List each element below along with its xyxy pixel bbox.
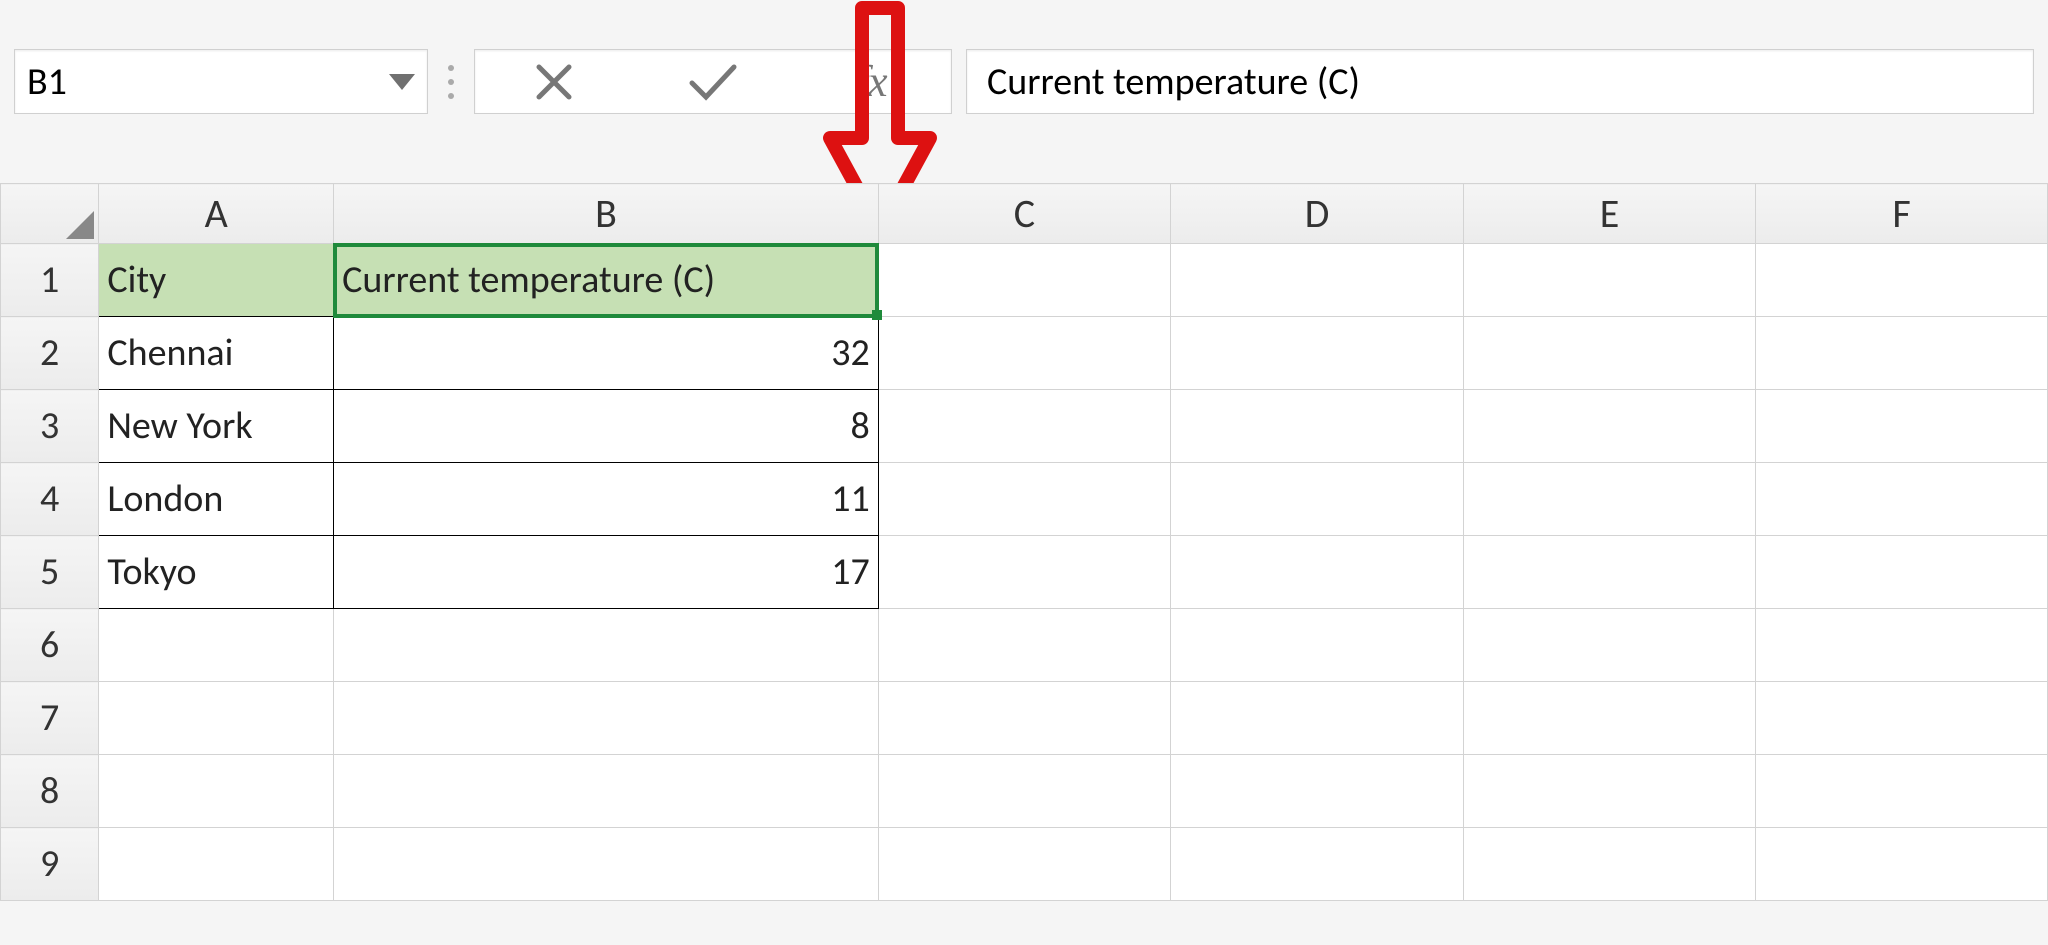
col-header-D[interactable]: D — [1171, 184, 1464, 244]
cell-D8[interactable] — [1171, 755, 1464, 828]
cell-B6[interactable] — [334, 609, 879, 682]
cell-F5[interactable] — [1756, 536, 2048, 609]
cell-E9[interactable] — [1464, 828, 1756, 901]
row-header-6[interactable]: 6 — [1, 609, 99, 682]
cell-C1[interactable] — [878, 244, 1170, 317]
cell-E6[interactable] — [1464, 609, 1756, 682]
spreadsheet: A B C D E F 1 City Current temperature (… — [0, 183, 2048, 945]
cell-F4[interactable] — [1756, 463, 2048, 536]
col-header-C[interactable]: C — [878, 184, 1170, 244]
row-header-8[interactable]: 8 — [1, 755, 99, 828]
cell-D5[interactable] — [1171, 536, 1464, 609]
col-header-E[interactable]: E — [1464, 184, 1756, 244]
cell-D1[interactable] — [1171, 244, 1464, 317]
cell-B1[interactable]: Current temperature (C) — [334, 244, 879, 317]
cell-E4[interactable] — [1464, 463, 1756, 536]
cell-B4[interactable]: 11 — [334, 463, 879, 536]
row-header-3[interactable]: 3 — [1, 390, 99, 463]
cell-A3[interactable]: New York — [99, 390, 334, 463]
cell-F1[interactable] — [1756, 244, 2048, 317]
cell-D7[interactable] — [1171, 682, 1464, 755]
row-header-7[interactable]: 7 — [1, 682, 99, 755]
cell-C6[interactable] — [878, 609, 1170, 682]
name-box-value: B1 — [27, 59, 389, 105]
row-header-5[interactable]: 5 — [1, 536, 99, 609]
cell-D9[interactable] — [1171, 828, 1464, 901]
col-header-F[interactable]: F — [1756, 184, 2048, 244]
cell-C5[interactable] — [878, 536, 1170, 609]
col-header-A[interactable]: A — [99, 184, 334, 244]
divider-dots-icon — [442, 49, 460, 114]
cell-D4[interactable] — [1171, 463, 1464, 536]
cell-C3[interactable] — [878, 390, 1170, 463]
cell-F6[interactable] — [1756, 609, 2048, 682]
cell-C8[interactable] — [878, 755, 1170, 828]
cell-F3[interactable] — [1756, 390, 2048, 463]
cell-A9[interactable] — [99, 828, 334, 901]
cell-A6[interactable] — [99, 609, 334, 682]
formula-bar: B1 fx Current temperature (C) — [14, 49, 2034, 114]
grid[interactable]: A B C D E F 1 City Current temperature (… — [0, 183, 2048, 901]
cell-F7[interactable] — [1756, 682, 2048, 755]
chevron-down-icon[interactable] — [389, 74, 415, 90]
cancel-icon[interactable] — [476, 50, 633, 113]
row-header-2[interactable]: 2 — [1, 317, 99, 390]
cell-F9[interactable] — [1756, 828, 2048, 901]
cell-B8[interactable] — [334, 755, 879, 828]
cell-C4[interactable] — [878, 463, 1170, 536]
cell-E3[interactable] — [1464, 390, 1756, 463]
cell-A2[interactable]: Chennai — [99, 317, 334, 390]
formula-input-value: Current temperature (C) — [987, 59, 1360, 105]
cell-A1[interactable]: City — [99, 244, 334, 317]
cell-A4[interactable]: London — [99, 463, 334, 536]
cell-B7[interactable] — [334, 682, 879, 755]
select-all-corner[interactable] — [1, 184, 99, 244]
cell-A5[interactable]: Tokyo — [99, 536, 334, 609]
cell-E7[interactable] — [1464, 682, 1756, 755]
cell-F8[interactable] — [1756, 755, 2048, 828]
formula-input[interactable]: Current temperature (C) — [966, 49, 2034, 114]
cell-E1[interactable] — [1464, 244, 1756, 317]
cell-A7[interactable] — [99, 682, 334, 755]
cell-B3[interactable]: 8 — [334, 390, 879, 463]
cell-D3[interactable] — [1171, 390, 1464, 463]
cell-C9[interactable] — [878, 828, 1170, 901]
cell-E2[interactable] — [1464, 317, 1756, 390]
row-header-9[interactable]: 9 — [1, 828, 99, 901]
cell-D6[interactable] — [1171, 609, 1464, 682]
cell-B9[interactable] — [334, 828, 879, 901]
cell-C2[interactable] — [878, 317, 1170, 390]
row-header-1[interactable]: 1 — [1, 244, 99, 317]
cell-B5[interactable]: 17 — [334, 536, 879, 609]
accept-icon[interactable] — [634, 50, 791, 113]
cell-E5[interactable] — [1464, 536, 1756, 609]
formula-bar-actions: fx — [474, 49, 952, 114]
cell-A8[interactable] — [99, 755, 334, 828]
fx-icon[interactable]: fx — [793, 50, 950, 113]
cell-B2[interactable]: 32 — [334, 317, 879, 390]
cell-E8[interactable] — [1464, 755, 1756, 828]
cell-D2[interactable] — [1171, 317, 1464, 390]
cell-C7[interactable] — [878, 682, 1170, 755]
row-header-4[interactable]: 4 — [1, 463, 99, 536]
cell-F2[interactable] — [1756, 317, 2048, 390]
col-header-B[interactable]: B — [334, 184, 879, 244]
name-box[interactable]: B1 — [14, 49, 428, 114]
